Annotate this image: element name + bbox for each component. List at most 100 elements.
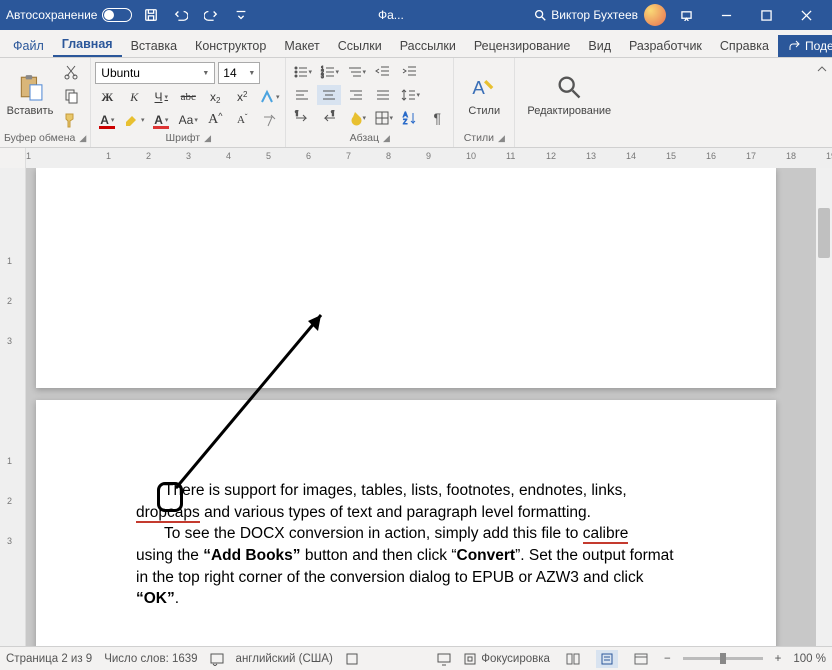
grow-font-button[interactable]: A^ xyxy=(203,110,227,130)
borders-button[interactable]: ▾ xyxy=(371,108,395,128)
undo-icon[interactable] xyxy=(170,4,192,26)
status-accessibility-icon[interactable] xyxy=(345,652,359,666)
status-words[interactable]: Число слов: 1639 xyxy=(104,653,197,665)
view-web-icon[interactable] xyxy=(630,650,652,668)
change-case-button[interactable]: Aa▾ xyxy=(176,110,200,130)
doc-text: “OK” xyxy=(136,590,175,607)
clipboard-launcher[interactable]: ◢ xyxy=(79,133,86,144)
align-left-button[interactable] xyxy=(290,85,314,105)
bold-button[interactable]: Ж xyxy=(95,87,119,107)
document-area[interactable]: There is support for images, tables, lis… xyxy=(26,168,832,646)
shading-button[interactable]: ▾ xyxy=(344,108,368,128)
strike-button[interactable]: abc xyxy=(176,87,200,107)
search-icon[interactable] xyxy=(529,4,551,26)
tab-design[interactable]: Конструктор xyxy=(186,35,275,57)
multilevel-button[interactable]: ▾ xyxy=(344,62,368,82)
tab-file[interactable]: Файл xyxy=(4,35,53,57)
tab-references[interactable]: Ссылки xyxy=(329,35,391,57)
paste-button[interactable]: Вставить xyxy=(4,60,56,128)
font-size-combo[interactable]: 14▼ xyxy=(218,62,260,84)
share-label: Поделиться xyxy=(805,39,832,53)
status-spellcheck-icon[interactable] xyxy=(210,652,224,666)
tab-review[interactable]: Рецензирование xyxy=(465,35,580,57)
autosave-toggle[interactable]: Автосохранение xyxy=(6,8,132,22)
view-print-icon[interactable] xyxy=(596,650,618,668)
tab-mailings[interactable]: Рассылки xyxy=(391,35,465,57)
line-spacing-button[interactable]: ▾ xyxy=(398,85,422,105)
tab-developer[interactable]: Разработчик xyxy=(620,35,711,57)
qat-dropdown-icon[interactable] xyxy=(230,4,252,26)
status-language[interactable]: английский (США) xyxy=(236,653,333,665)
cut-icon[interactable] xyxy=(60,62,82,82)
status-focus[interactable]: Фокусировка xyxy=(463,652,550,666)
text-effects-button[interactable]: ▾ xyxy=(257,87,281,107)
group-editing: Редактирование xyxy=(515,58,623,147)
workspace: 123123 There is support for images, tabl… xyxy=(0,168,832,646)
doc-text: . xyxy=(175,590,179,607)
font-launcher[interactable]: ◢ xyxy=(204,133,211,144)
doc-text: using the xyxy=(136,547,203,564)
underline-button[interactable]: Ч▾ xyxy=(149,87,173,107)
status-page[interactable]: Страница 2 из 9 xyxy=(6,653,92,665)
rtl-button[interactable]: ¶ xyxy=(317,108,341,128)
svg-text:¶: ¶ xyxy=(295,111,298,117)
tab-layout[interactable]: Макет xyxy=(275,35,328,57)
justify-button[interactable] xyxy=(371,85,395,105)
avatar xyxy=(644,4,666,26)
tab-view[interactable]: Вид xyxy=(579,35,620,57)
minimize-button[interactable] xyxy=(706,1,746,29)
sort-button[interactable]: AZ xyxy=(398,108,422,128)
scrollbar-thumb[interactable] xyxy=(818,208,830,258)
page-1 xyxy=(36,168,776,388)
styles-launcher[interactable]: ◢ xyxy=(498,133,505,144)
status-display-settings-icon[interactable] xyxy=(437,652,451,666)
font-color-button[interactable]: A▾ xyxy=(95,110,119,130)
titlebar: Автосохранение Фа... Виктор Бухтеев xyxy=(0,0,832,30)
superscript-button[interactable]: x2 xyxy=(230,87,254,107)
group-font: Ubuntu▼ 14▼ Ж К Ч▾ abc x2 x2 ▾ A▾ ▾ A▾ A… xyxy=(91,58,286,147)
zoom-slider[interactable] xyxy=(683,657,763,660)
save-icon[interactable] xyxy=(140,4,162,26)
close-button[interactable] xyxy=(786,1,826,29)
subscript-button[interactable]: x2 xyxy=(203,87,227,107)
vertical-scrollbar[interactable] xyxy=(816,168,832,646)
redo-icon[interactable] xyxy=(200,4,222,26)
ltr-button[interactable]: ¶ xyxy=(290,108,314,128)
view-read-icon[interactable] xyxy=(562,650,584,668)
focus-label: Фокусировка xyxy=(481,653,550,665)
maximize-button[interactable] xyxy=(746,1,786,29)
increase-indent-button[interactable] xyxy=(398,62,422,82)
account-button[interactable]: Виктор Бухтеев xyxy=(551,4,666,26)
font-color2-button[interactable]: A▾ xyxy=(149,110,173,130)
shrink-font-button[interactable]: Aˇ xyxy=(230,110,254,130)
horizontal-ruler[interactable]: 112345678910111213141516171819 xyxy=(26,148,832,168)
tab-help[interactable]: Справка xyxy=(711,35,778,57)
ribbon-options-icon[interactable] xyxy=(666,1,706,29)
format-painter-icon[interactable] xyxy=(60,110,82,130)
copy-icon[interactable] xyxy=(60,86,82,106)
share-button[interactable]: Поделиться xyxy=(778,35,832,57)
editing-button[interactable]: Редактирование xyxy=(519,60,619,128)
clear-format-button[interactable] xyxy=(257,110,281,130)
zoom-out-button[interactable]: − xyxy=(664,653,671,665)
decrease-indent-button[interactable] xyxy=(371,62,395,82)
paste-label: Вставить xyxy=(7,105,54,117)
tab-home[interactable]: Главная xyxy=(53,33,122,57)
tab-insert[interactable]: Вставка xyxy=(122,35,186,57)
font-name-combo[interactable]: Ubuntu▼ xyxy=(95,62,215,84)
collapse-ribbon-icon[interactable] xyxy=(812,58,832,147)
doc-text: calibre xyxy=(583,525,629,544)
svg-text:Z: Z xyxy=(403,119,408,126)
zoom-level[interactable]: 100 % xyxy=(793,653,826,665)
italic-button[interactable]: К xyxy=(122,87,146,107)
para-launcher[interactable]: ◢ xyxy=(383,133,390,144)
align-right-button[interactable] xyxy=(344,85,368,105)
highlight-button[interactable]: ▾ xyxy=(122,110,146,130)
align-center-button[interactable] xyxy=(317,85,341,105)
numbering-button[interactable]: 123▾ xyxy=(317,62,341,82)
zoom-in-button[interactable]: + xyxy=(775,653,782,665)
bullets-button[interactable]: ▾ xyxy=(290,62,314,82)
show-marks-button[interactable]: ¶ xyxy=(425,108,449,128)
styles-button[interactable]: A Стили xyxy=(458,60,510,128)
vertical-ruler[interactable]: 123123 xyxy=(0,168,26,646)
